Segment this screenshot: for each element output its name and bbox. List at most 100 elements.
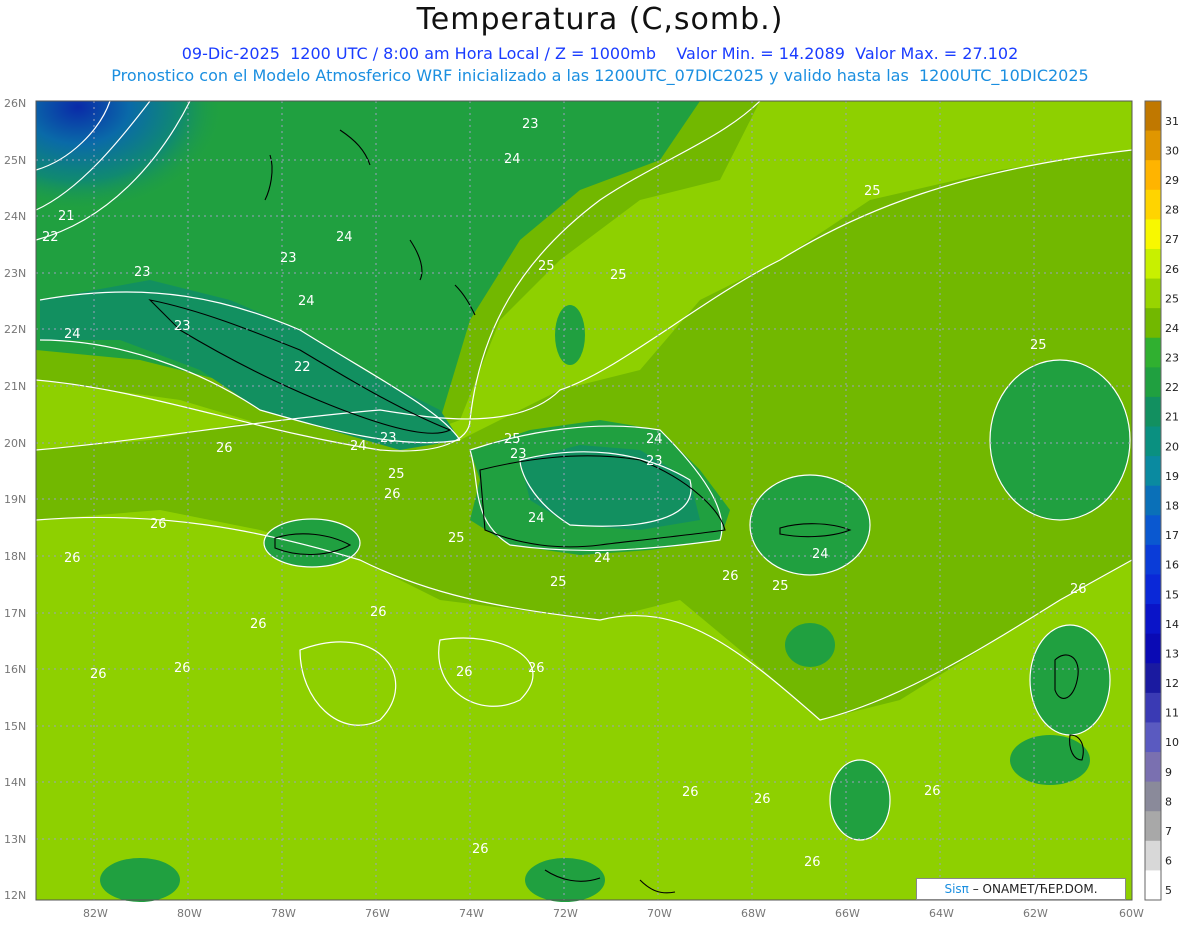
contour-label: 26: [924, 784, 941, 799]
contour-label: 23: [134, 265, 151, 280]
temperature-cell-east: [990, 360, 1130, 520]
lon-tick-label: 72W: [553, 907, 578, 920]
colorbar-label: 7: [1165, 825, 1172, 838]
lat-tick-label: 18N: [4, 550, 26, 563]
colorbar-swatch: [1145, 515, 1161, 546]
contour-label: 25: [610, 268, 627, 283]
contour-label: 25: [388, 467, 405, 482]
lat-tick-label: 12N: [4, 889, 26, 902]
colorbar-swatch: [1145, 367, 1161, 398]
contour-label: 21: [58, 209, 75, 224]
colorbar-label: 21: [1165, 411, 1179, 424]
lon-tick-label: 78W: [271, 907, 296, 920]
contour-label: 26: [1070, 582, 1087, 597]
colorbar-label: 22: [1165, 381, 1179, 394]
colorbar-swatch: [1145, 219, 1161, 250]
contour-label: 25: [504, 432, 521, 447]
colorbar-swatch: [1145, 278, 1161, 309]
credit-text: – ONAMET/ЋEP.DOM.: [972, 882, 1098, 896]
colorbar-swatch: [1145, 130, 1161, 161]
contour-label: 24: [336, 230, 353, 245]
contour-label: 26: [528, 661, 545, 676]
contour-label: 26: [472, 842, 489, 857]
lon-tick-label: 82W: [83, 907, 108, 920]
contour-label: 25: [1030, 338, 1047, 353]
contour-label: 22: [294, 360, 311, 375]
contour-label: 26: [804, 855, 821, 870]
colorbar-swatch: [1145, 781, 1161, 812]
contour-label: 26: [150, 517, 167, 532]
colorbar-label: 16: [1165, 559, 1179, 572]
map-plot-area: 23 24 21 22 23 24 24 23 22 24 24 23 25 2…: [35, 100, 1133, 902]
colorbar-label: 25: [1165, 292, 1179, 305]
contour-label: 24: [594, 551, 611, 566]
colorbar-label: 20: [1165, 440, 1179, 453]
lon-tick-label: 60W: [1119, 907, 1144, 920]
contour-label: 26: [754, 792, 771, 807]
colorbar-label: 28: [1165, 204, 1179, 217]
contour-label: 25: [550, 575, 567, 590]
lat-tick-label: 22N: [4, 323, 26, 336]
contour-label: 26: [64, 551, 81, 566]
contour-label: 26: [250, 617, 267, 632]
colorbar-swatch: [1145, 663, 1161, 694]
contour-label: 26: [174, 661, 191, 676]
contour-label: 26: [682, 785, 699, 800]
contour-label: 24: [504, 152, 521, 167]
contour-label: 24: [298, 294, 315, 309]
temperature-cell-small: [785, 623, 835, 667]
contour-label: 25: [864, 184, 881, 199]
contour-label: 25: [772, 579, 789, 594]
contour-label: 26: [722, 569, 739, 584]
colorbar-label: 8: [1165, 795, 1172, 808]
temperature-cell-southwest: [100, 858, 180, 902]
contour-label: 24: [64, 327, 81, 342]
longitude-axis: 82W 80W 78W 76W 74W 72W 70W 68W 66W 64W …: [83, 907, 1144, 920]
colorbar-label: 10: [1165, 736, 1179, 749]
colorbar-swatch: [1145, 456, 1161, 487]
colorbar-swatch: [1145, 248, 1161, 280]
colorbar-swatch: [1145, 811, 1161, 842]
lat-tick-label: 24N: [4, 210, 26, 223]
lat-tick-label: 19N: [4, 493, 26, 506]
colorbar-swatch: [1145, 160, 1161, 191]
colorbar-swatch: [1145, 396, 1161, 428]
contour-label: 23: [280, 251, 297, 266]
lon-tick-label: 76W: [365, 907, 390, 920]
colorbar-swatch: [1145, 308, 1161, 339]
colorbar-swatch: [1145, 840, 1161, 871]
lon-tick-label: 70W: [647, 907, 672, 920]
colorbar-label: 5: [1165, 884, 1172, 897]
colorbar-label: 17: [1165, 529, 1179, 542]
lon-tick-label: 80W: [177, 907, 202, 920]
colorbar-label: 30: [1165, 144, 1179, 157]
contour-label: 24: [350, 439, 367, 454]
colorbar-swatch: [1145, 633, 1161, 664]
contour-label: 25: [448, 531, 465, 546]
colorbar-label: 19: [1165, 470, 1179, 483]
contour-label: 23: [174, 319, 191, 334]
lat-tick-label: 21N: [4, 380, 26, 393]
lat-tick-label: 26N: [4, 97, 26, 110]
colorbar-label: 26: [1165, 263, 1179, 276]
colorbar-label: 24: [1165, 322, 1179, 335]
lon-tick-label: 66W: [835, 907, 860, 920]
lat-tick-label: 20N: [4, 437, 26, 450]
contour-label: 23: [646, 454, 663, 469]
lon-tick-label: 64W: [929, 907, 954, 920]
colorbar-label: 14: [1165, 618, 1179, 631]
colorbar-label: 27: [1165, 233, 1179, 246]
colorbar-swatch: [1145, 870, 1161, 901]
colorbar-label: 29: [1165, 174, 1179, 187]
colorbar-label: 9: [1165, 766, 1172, 779]
contour-label: 26: [216, 441, 233, 456]
contour-label: 26: [384, 487, 401, 502]
lat-tick-label: 13N: [4, 833, 26, 846]
credit-box: Sisπ – ONAMET/ЋEP.DOM.: [916, 878, 1126, 900]
contour-label: 22: [42, 230, 59, 245]
colorbar-label: 23: [1165, 352, 1179, 365]
temperature-cell-small-2: [555, 305, 585, 365]
colorbar-label: 11: [1165, 707, 1179, 720]
colorbar-swatch: [1145, 426, 1161, 457]
colorbar-swatch: [1145, 189, 1161, 220]
